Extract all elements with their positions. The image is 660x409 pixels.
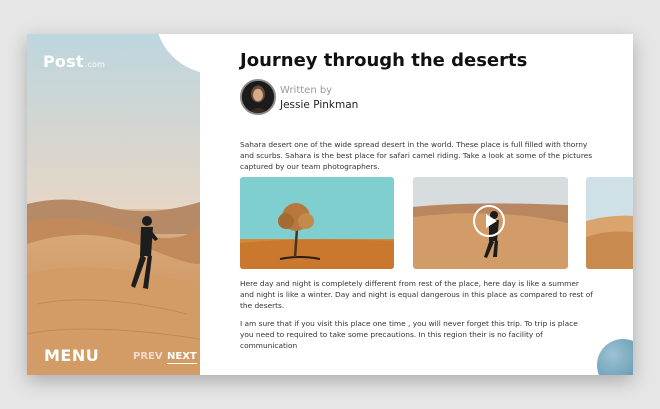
app-frame: Post.com MENU PREV NEXT Journey through … xyxy=(27,34,633,375)
prev-button[interactable]: PREV xyxy=(133,351,163,362)
article-title: Journey through the deserts xyxy=(240,50,528,71)
article-paragraph-1: Sahara desert one of the wide spread des… xyxy=(240,140,593,171)
hero-panel: Post.com MENU PREV NEXT xyxy=(27,34,200,375)
article-paragraph-3: I am sure that if you visit this place o… xyxy=(240,319,578,350)
brand-suffix: .com xyxy=(84,60,106,69)
play-icon[interactable] xyxy=(473,205,505,237)
hero-desert-image xyxy=(27,34,200,375)
gallery-item-tree[interactable] xyxy=(240,177,394,269)
brand-logo[interactable]: Post.com xyxy=(43,52,105,71)
author-avatar-image xyxy=(242,81,274,113)
author-avatar[interactable] xyxy=(240,79,276,115)
brand-name: Post xyxy=(43,52,84,71)
next-button[interactable]: NEXT xyxy=(167,351,197,364)
desert-photo-icon xyxy=(586,177,633,269)
gallery-item-desert[interactable] xyxy=(586,177,633,269)
photo-gallery xyxy=(240,177,633,269)
gallery-item-video[interactable] xyxy=(413,177,568,269)
tree-photo-icon xyxy=(240,177,394,269)
menu-button[interactable]: MENU xyxy=(44,346,99,365)
author-name[interactable]: Jessie Pinkman xyxy=(280,99,358,111)
article-paragraph-2: Here day and night is completely differe… xyxy=(240,279,593,310)
written-by-label: Written by xyxy=(280,85,333,96)
article-content: Journey through the deserts Written by J… xyxy=(240,34,633,375)
